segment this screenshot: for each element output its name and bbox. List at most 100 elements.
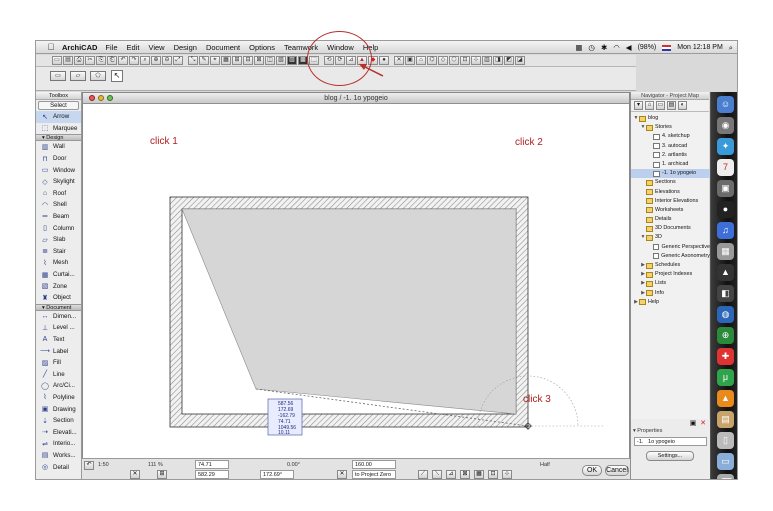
archive-icon[interactable]: ▤	[717, 411, 734, 428]
tool-arrow[interactable]: ↖ Arrow	[36, 111, 81, 123]
nav-mode-icon[interactable]: ▾	[634, 101, 643, 110]
tree-node-1-archicad[interactable]: 1. archicad	[631, 160, 710, 169]
properties-label[interactable]: ▾ Properties	[633, 428, 662, 434]
toolbar-button-8-icon[interactable]: ↷	[129, 56, 139, 65]
document-tool-14[interactable]: ◎ Detail	[36, 461, 81, 473]
toolbar-button-7-icon[interactable]: ↶	[118, 56, 128, 65]
design-tool-6[interactable]: ◠ Shell	[36, 199, 81, 211]
document-tool-7[interactable]: ◯ Arc/Ci...	[36, 380, 81, 392]
undo-zoom-icon[interactable]: ↶	[84, 461, 94, 470]
toolbar-button-6-icon[interactable]: ⎗	[107, 56, 117, 65]
toolbar-button-19-icon[interactable]: ⊠	[254, 56, 264, 65]
document-tool-10[interactable]: ⇣ Section	[36, 415, 81, 427]
itunes-icon[interactable]: ♫	[717, 222, 734, 239]
special-snap-6-icon[interactable]: ⊡	[488, 470, 498, 479]
coord-x-field[interactable]: 582.29	[195, 470, 229, 479]
menu-document[interactable]: Document	[206, 43, 240, 52]
toolbar-button-35-icon[interactable]: ◇	[438, 56, 448, 65]
tree-node-4-sketchup[interactable]: 4. sketchup	[631, 132, 710, 141]
downloads-icon[interactable]: ▭	[717, 453, 734, 470]
toolbar-button-3-icon[interactable]: ⎙	[74, 56, 84, 65]
menu-view[interactable]: View	[148, 43, 164, 52]
display-icon[interactable]: ▦	[575, 43, 582, 52]
design-tool-4[interactable]: ◇ Skylight	[36, 176, 81, 188]
geometry-method-polygon-icon[interactable]: ⬠	[90, 71, 106, 81]
torrent-icon[interactable]: μ	[717, 369, 734, 386]
toolbar-button-32-icon[interactable]: ▣	[405, 56, 415, 65]
tree-node-schedules[interactable]: ▶ Schedules	[631, 261, 710, 270]
document-tool-12[interactable]: ⇌ Interio...	[36, 438, 81, 450]
design-tool-14[interactable]: ♜ Object	[36, 292, 81, 304]
tree-node-3d-documents[interactable]: 3D Documents	[631, 224, 710, 233]
tree-node-lists[interactable]: ▶ Lists	[631, 279, 710, 288]
toolbar-button-11-icon[interactable]: ⊖	[162, 56, 172, 65]
document-group-header[interactable]: ▾ Document	[36, 303, 81, 311]
toolbar-button-14-icon[interactable]: ✎	[199, 56, 209, 65]
toolbar-button-38-icon[interactable]: ⊹	[471, 56, 481, 65]
window-title-bar[interactable]: blog / -1. 1o ypogeio	[83, 93, 629, 104]
design-tool-12[interactable]: ▦ Curtai...	[36, 269, 81, 281]
finder-icon[interactable]: ☺	[717, 96, 734, 113]
toolbar-button-10-icon[interactable]: ⊕	[151, 56, 161, 65]
toolbar-button-9-icon[interactable]: ⌕	[140, 56, 150, 65]
vlc-icon[interactable]: ▲	[717, 390, 734, 407]
document-tool-6[interactable]: ╱ Line	[36, 368, 81, 380]
tree-node-interior-elevations[interactable]: Interior Elevations	[631, 197, 710, 206]
design-tool-7[interactable]: ═ Beam	[36, 211, 81, 223]
document-tool-2[interactable]: ⊥ Level ...	[36, 322, 81, 334]
menu-options[interactable]: Options	[249, 43, 275, 52]
archicad-icon[interactable]: ▲	[717, 264, 734, 281]
design-tool-11[interactable]: ⌇ Mesh	[36, 257, 81, 269]
coord-r-field[interactable]: 172.69°	[260, 470, 294, 479]
menu-file[interactable]: File	[105, 43, 117, 52]
toolbar-button-21-icon[interactable]: ▧	[276, 56, 286, 65]
geometry-method-rotated-icon[interactable]: ▱	[70, 71, 86, 81]
dashboard-icon[interactable]: ◉	[717, 117, 734, 134]
toolbar-button-16-icon[interactable]: ▦	[221, 56, 231, 65]
photo-icon[interactable]: ▦	[717, 243, 734, 260]
tree-node-stories[interactable]: ▼ Stories	[631, 123, 710, 132]
globe-icon[interactable]: ◍	[717, 306, 734, 323]
toolbar-button-33-icon[interactable]: ⌂	[416, 56, 426, 65]
app-menu[interactable]: ArchiCAD	[62, 43, 97, 52]
publisher-icon[interactable]: ◐	[678, 101, 687, 110]
special-snap-5-icon[interactable]: ▦	[474, 470, 484, 479]
ref-value-field[interactable]: 160.00	[352, 460, 396, 469]
document-tool-8[interactable]: ⌇ Polyline	[36, 392, 81, 404]
drawing-canvas[interactable]: 587.56 172.69 -162.79 74.71 1049.56 10.1…	[83, 104, 629, 460]
battery-status[interactable]: (98%)	[638, 44, 657, 51]
menu-design[interactable]: Design	[174, 43, 197, 52]
special-snap-3-icon[interactable]: ⊿	[446, 470, 456, 479]
toolbar-button-34-icon[interactable]: ⌬	[427, 56, 437, 65]
design-tool-10[interactable]: ≣ Stair	[36, 246, 81, 258]
scale-value[interactable]: 1:50	[98, 462, 109, 468]
toolbar-button-18-icon[interactable]: ⊟	[243, 56, 253, 65]
tree-node-1-1o-ypogeio[interactable]: -1. 1o ypogeio	[631, 169, 710, 179]
special-snap-1-icon[interactable]: ⟋	[418, 470, 428, 479]
close-icon[interactable]	[89, 95, 95, 101]
zoom-value[interactable]: 111 %	[148, 462, 163, 468]
design-tool-3[interactable]: ▭ Window	[36, 164, 81, 176]
ok-button[interactable]: OK	[582, 465, 602, 476]
menu-clock[interactable]: Mon 12:18 PM	[677, 44, 723, 51]
angle-value[interactable]: 0.00°	[287, 462, 300, 468]
app-green-icon[interactable]: ⊕	[717, 327, 734, 344]
toolbar-button-37-icon[interactable]: ⊡	[460, 56, 470, 65]
document-tool-11[interactable]: ⇢ Elevati...	[36, 426, 81, 438]
tree-node-blog[interactable]: ▼ blog	[631, 114, 710, 123]
design-tool-5[interactable]: ⌂ Roof	[36, 188, 81, 200]
toolbar-button-31-icon[interactable]: ✕	[394, 56, 404, 65]
time-machine-icon[interactable]: ◷	[588, 43, 595, 52]
toolbar-button-12-icon[interactable]: ⤢	[173, 56, 183, 65]
geometry-method-rect-icon[interactable]: ▭	[50, 71, 66, 81]
spotlight-icon[interactable]: ⌕	[729, 43, 733, 53]
delete-icon[interactable]: ✕	[699, 420, 707, 428]
design-tool-13[interactable]: ▧ Zone	[36, 280, 81, 292]
design-group-header[interactable]: ▾ Design	[36, 134, 81, 142]
project-map-icon[interactable]: ⌂	[645, 101, 654, 110]
tree-node-3-autocad[interactable]: 3. autocad	[631, 142, 710, 151]
document-tool-9[interactable]: ▣ Drawing	[36, 403, 81, 415]
grid-snap-icon[interactable]: ⊞	[157, 470, 167, 479]
wifi-icon[interactable]: ◠	[613, 43, 620, 52]
design-tool-2[interactable]: ⊓ Door	[36, 153, 81, 165]
